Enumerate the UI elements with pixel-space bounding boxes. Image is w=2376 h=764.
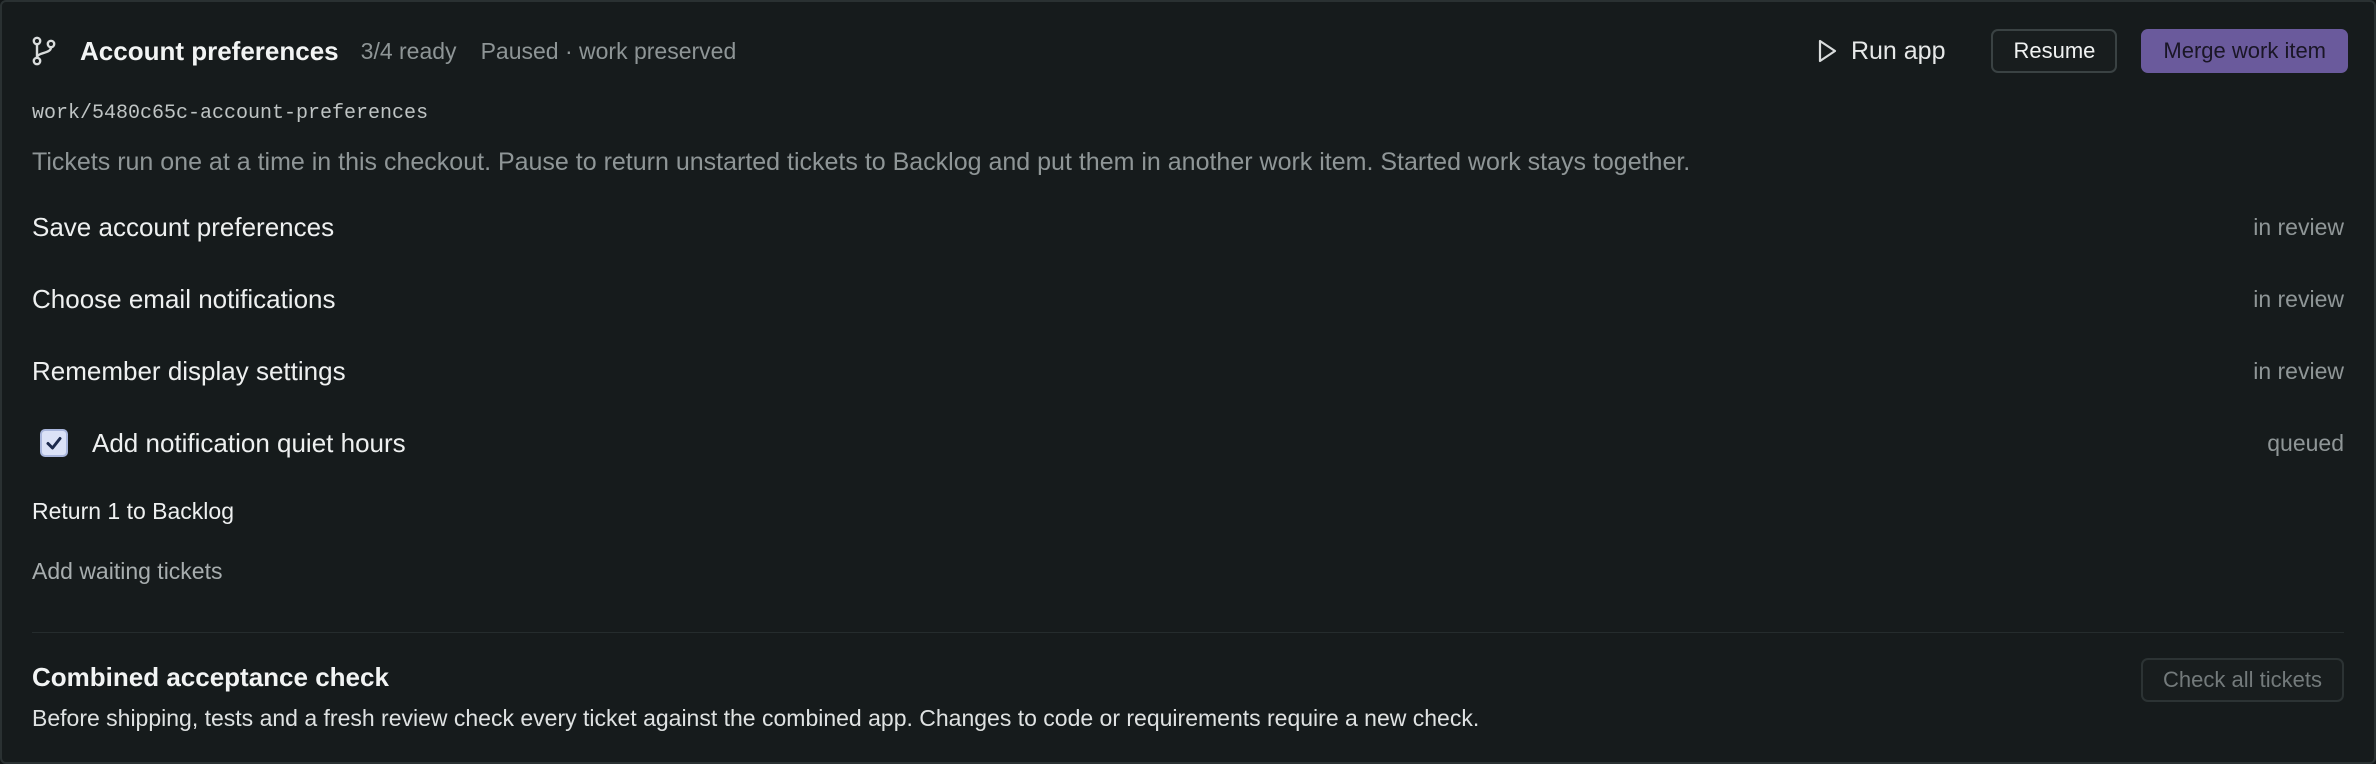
checkout-description: Tickets run one at a time in this checko…	[32, 148, 1691, 176]
ticket-row[interactable]: Save account preferences in review	[32, 207, 2344, 247]
progress-count: 3/4 ready	[360, 37, 457, 64]
acceptance-check-description: Before shipping, tests and a fresh revie…	[32, 705, 1480, 731]
ticket-row[interactable]: Add notification quiet hours queued	[32, 423, 2344, 463]
ticket-select-group: Add notification quiet hours	[32, 428, 406, 459]
ticket-status: in review	[2253, 285, 2344, 312]
ticket-label: Remember display settings	[32, 355, 346, 386]
merge-work-item-button[interactable]: Merge work item	[2141, 29, 2348, 73]
branch-name: work/5480c65c-account-preferences	[32, 102, 429, 125]
run-app-label: Run app	[1850, 36, 1946, 65]
ticket-status: in review	[2253, 213, 2344, 240]
section-divider	[32, 632, 2344, 633]
page-title: Account preferences	[80, 35, 339, 66]
play-icon	[1815, 38, 1839, 64]
git-branch-icon	[30, 36, 60, 66]
return-to-backlog-link[interactable]: Return 1 to Backlog	[32, 498, 234, 525]
checkmark-icon	[46, 437, 62, 450]
work-item-panel: Account preferences 3/4 ready Paused · w…	[0, 0, 2376, 764]
check-all-tickets-button[interactable]: Check all tickets	[2141, 658, 2344, 702]
ticket-label: Save account preferences	[32, 211, 335, 242]
status-text: Paused · work preserved	[480, 37, 737, 64]
ticket-label: Add notification quiet hours	[92, 427, 406, 458]
ticket-status: queued	[2267, 429, 2344, 456]
add-waiting-tickets-link[interactable]: Add waiting tickets	[32, 558, 222, 585]
resume-button[interactable]: Resume	[1991, 29, 2118, 73]
ticket-row[interactable]: Remember display settings in review	[32, 351, 2344, 391]
work-item-header: Account preferences 3/4 ready Paused · w…	[30, 28, 2348, 74]
ticket-row[interactable]: Choose email notifications in review	[32, 279, 2344, 319]
run-app-button[interactable]: Run app	[1815, 36, 1946, 66]
ticket-label: Choose email notifications	[32, 283, 336, 314]
acceptance-check-title: Combined acceptance check	[32, 662, 389, 692]
ticket-status: in review	[2253, 357, 2344, 384]
ticket-checkbox[interactable]	[40, 429, 68, 457]
